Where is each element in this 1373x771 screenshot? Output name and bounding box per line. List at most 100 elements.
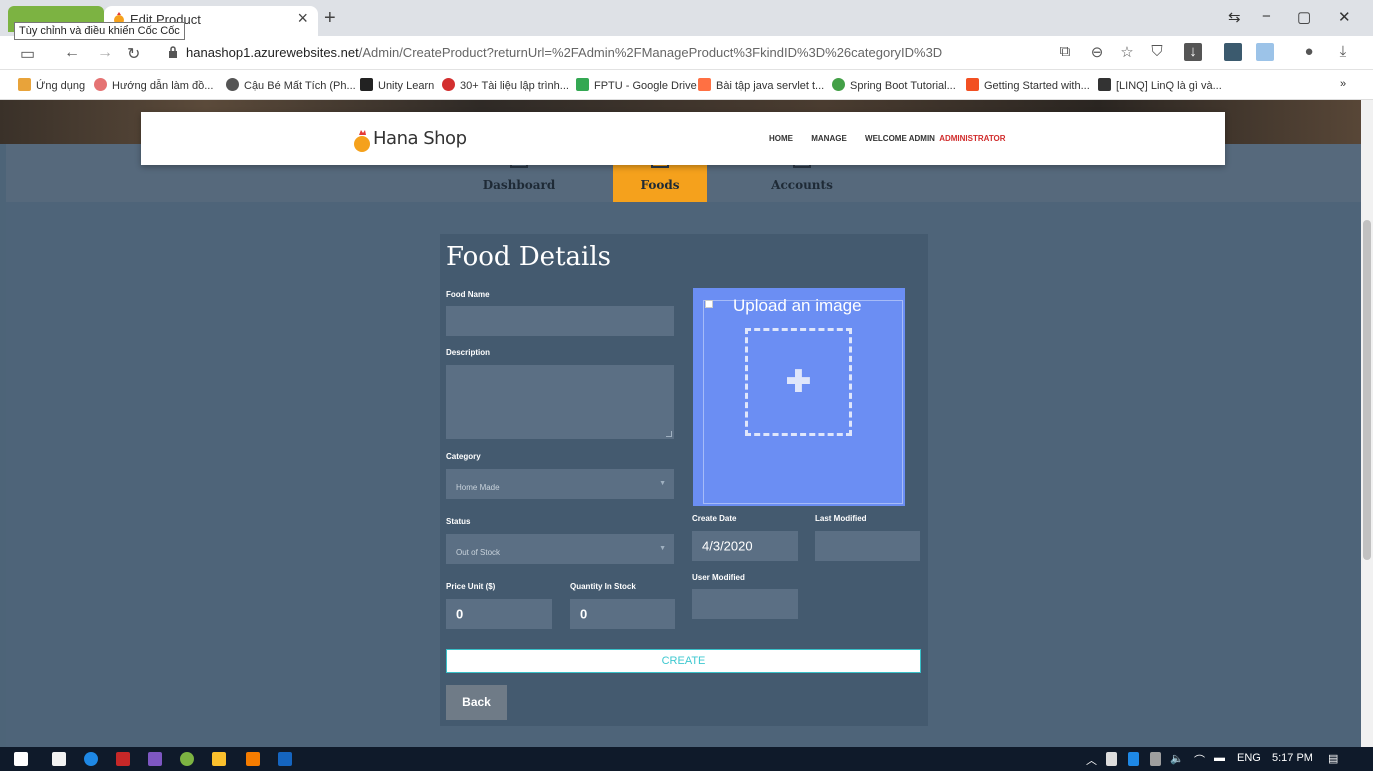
bookmark-item[interactable]: Getting Started with... [966, 78, 1090, 92]
broken-image-icon [705, 300, 713, 308]
bookmark-item[interactable]: FPTU - Google Drive [576, 78, 697, 92]
role-text: ADMINISTRATOR [939, 134, 1006, 143]
bookmark-item[interactable]: Cậu Bé Mất Tích (Ph... [226, 78, 356, 92]
back-arrow-icon[interactable]: ← [64, 44, 80, 62]
apps-grid-icon [18, 78, 31, 91]
battery-icon[interactable]: ▬ [1214, 752, 1225, 764]
app-icon[interactable] [278, 752, 292, 766]
address-bar: ▭ ← → ↻ hanashop1.azurewebsites.net/Admi… [0, 36, 1373, 70]
image-upload[interactable]: Upload an image ✚ [693, 288, 905, 506]
back-button[interactable]: Back [446, 685, 507, 720]
star-icon[interactable]: ☆ [1118, 43, 1136, 61]
create-date-label: Create Date [692, 514, 737, 523]
tab-search-icon[interactable]: ⇆ [1228, 8, 1241, 26]
downloads-icon[interactable]: ⤓ [1334, 43, 1352, 61]
sidebar-toggle-icon[interactable]: ▭ [20, 44, 35, 64]
create-date-input[interactable]: 4/3/2020 [692, 531, 798, 561]
maximize-icon[interactable]: ▢ [1297, 8, 1311, 26]
bookmark-item[interactable]: [LINQ] LinQ là gì và... [1098, 78, 1222, 92]
upload-title: Upload an image [733, 296, 862, 315]
food-details-form: Food Details Food Name Description Categ… [440, 234, 928, 726]
browser-tab-bar: Edit Product × + ⇆ − ▢ ✕ [0, 0, 1373, 36]
welcome-text: WELCOME ADMIN [865, 134, 935, 143]
file-explorer-icon[interactable] [212, 752, 226, 766]
translate-icon[interactable]: ⧉ [1056, 43, 1074, 61]
minimize-icon[interactable]: − [1262, 8, 1271, 25]
food-name-input[interactable] [446, 306, 674, 336]
price-input[interactable]: 0 [446, 599, 552, 629]
bookmark-item[interactable]: Bài tập java servlet t... [698, 78, 824, 92]
page-title: Food Details [446, 242, 611, 272]
microsoft-icon [966, 78, 979, 91]
description-textarea[interactable] [446, 365, 674, 439]
windows-taskbar: ︿ 🔈 ⌒ ▬ ENG 5:17 PM ▤ [0, 747, 1373, 771]
description-label: Description [446, 348, 491, 357]
volume-icon[interactable]: 🔈 [1170, 752, 1184, 765]
close-tab-icon[interactable]: × [297, 8, 308, 29]
notification-icon[interactable]: ▤ [1328, 752, 1338, 765]
menu-home[interactable]: HOME [769, 134, 793, 143]
resize-handle[interactable] [666, 431, 672, 437]
close-window-icon[interactable]: ✕ [1338, 8, 1351, 26]
bookmark-item[interactable]: Unity Learn [360, 78, 434, 92]
upload-dropzone[interactable]: ✚ [745, 328, 852, 436]
app-icon[interactable] [246, 752, 260, 766]
edge-icon[interactable] [84, 752, 98, 766]
forward-arrow-icon[interactable]: → [97, 44, 113, 62]
coccoc-icon[interactable] [180, 752, 194, 766]
bookmark-favicon-icon [442, 78, 455, 91]
extension-2-icon[interactable] [1256, 43, 1274, 61]
shield-icon[interactable]: ⛉ [1148, 43, 1166, 61]
extension-icon[interactable] [1224, 43, 1242, 61]
spring-icon [832, 78, 845, 91]
bookmark-item[interactable]: Hướng dẫn làm đồ... [94, 78, 213, 92]
download-extension-icon[interactable]: ↓ [1184, 43, 1202, 61]
tooltip: Tùy chỉnh và điều khiển Cốc Cốc [14, 22, 185, 40]
url-host: hanashop1.azurewebsites.net [186, 45, 359, 60]
scrollbar-thumb[interactable] [1363, 220, 1371, 560]
wifi-icon[interactable]: ⌒ [1194, 752, 1205, 768]
url-input[interactable]: hanashop1.azurewebsites.net/Admin/Create… [186, 45, 942, 60]
tray-icon[interactable] [1150, 752, 1161, 766]
profile-icon[interactable]: ● [1300, 43, 1318, 61]
chicken-logo-icon [354, 130, 370, 152]
create-button[interactable]: CREATE [446, 649, 921, 673]
plus-icon: ✚ [785, 365, 812, 399]
bookmarks-bar: Ứng dụng Hướng dẫn làm đồ... Cậu Bé Mất … [0, 70, 1373, 100]
fire-icon [698, 78, 711, 91]
bookmarks-more-icon[interactable]: » [1340, 78, 1346, 90]
unity-icon [360, 78, 373, 91]
bookmark-apps[interactable]: Ứng dụng [18, 78, 85, 92]
google-drive-icon [576, 78, 589, 91]
reload-icon[interactable]: ↻ [127, 44, 140, 64]
windows-start-icon[interactable] [14, 752, 28, 766]
user-modified-label: User Modified [692, 573, 745, 582]
last-modified-label: Last Modified [815, 514, 867, 523]
quantity-input[interactable]: 0 [570, 599, 675, 629]
new-tab-icon[interactable]: + [324, 7, 336, 30]
logo-text: Hana Shop [373, 128, 467, 149]
status-select[interactable]: Out of Stock ▼ [446, 534, 674, 564]
zoom-icon[interactable]: ⊖ [1088, 43, 1106, 61]
bookmark-item[interactable]: 30+ Tài liệu lập trình... [442, 78, 569, 92]
site-header: Hana Shop HOME MANAGE WELCOME ADMIN ADMI… [141, 112, 1225, 165]
category-select[interactable]: Home Made ▼ [446, 469, 674, 499]
url-path: /Admin/CreateProduct?returnUrl=%2FAdmin%… [358, 45, 943, 60]
language-indicator[interactable]: ENG [1237, 752, 1261, 764]
menu-manage[interactable]: MANAGE [811, 134, 847, 143]
last-modified-input[interactable] [815, 531, 920, 561]
chevron-down-icon: ▼ [659, 480, 666, 487]
food-name-label: Food Name [446, 290, 490, 299]
chevron-down-icon: ▼ [659, 545, 666, 552]
user-modified-input[interactable] [692, 589, 798, 619]
category-label: Category [446, 452, 481, 461]
status-label: Status [446, 517, 471, 526]
store-icon[interactable] [52, 752, 66, 766]
tray-icon[interactable] [1128, 752, 1139, 766]
bookmark-item[interactable]: Spring Boot Tutorial... [832, 78, 956, 92]
tray-icon[interactable] [1106, 752, 1117, 766]
visual-studio-icon[interactable] [148, 752, 162, 766]
clock[interactable]: 5:17 PM [1272, 752, 1313, 764]
app-icon[interactable] [116, 752, 130, 766]
tray-chevron-icon[interactable]: ︿ [1086, 752, 1097, 768]
